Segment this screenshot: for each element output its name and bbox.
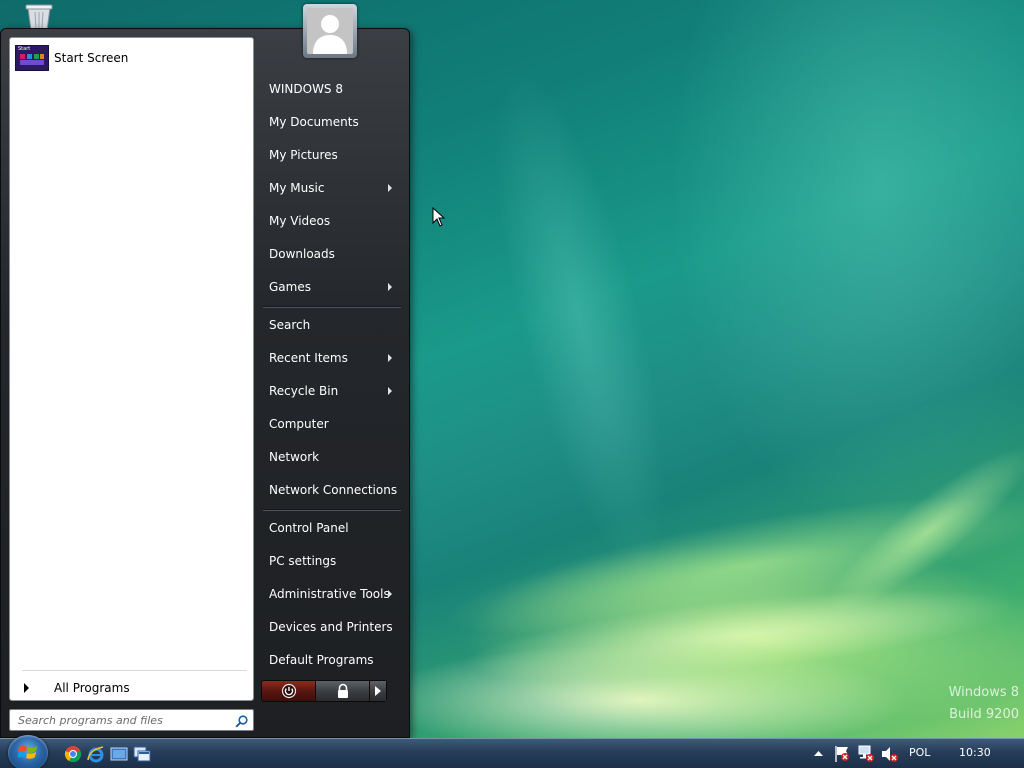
menu-item-my-pictures[interactable]: My Pictures (257, 141, 402, 169)
menu-item-search[interactable]: Search (257, 311, 402, 339)
watermark-line-2: Build 9200 (949, 707, 1019, 722)
menu-item-games[interactable]: Games (257, 273, 402, 301)
menu-item-label: My Documents (269, 115, 359, 129)
power-icon (281, 683, 297, 699)
all-programs-button[interactable]: All Programs (18, 678, 246, 698)
menu-item-downloads[interactable]: Downloads (257, 240, 402, 268)
submenu-arrow-icon (388, 590, 392, 598)
menu-item-label: Computer (269, 417, 329, 431)
clock[interactable]: 10:30 (959, 746, 991, 759)
menu-item-pc-settings[interactable]: PC settings (257, 547, 402, 575)
menu-item-label: Recent Items (269, 351, 348, 365)
user-avatar-icon (307, 8, 353, 54)
submenu-arrow-icon (388, 283, 392, 291)
system-tray: POL 10:30 (794, 739, 1024, 768)
user-picture[interactable] (303, 4, 357, 58)
menu-item-administrative-tools[interactable]: Administrative Tools (257, 580, 402, 608)
menu-item-network[interactable]: Network (257, 443, 402, 471)
menu-item-devices-and-printers[interactable]: Devices and Printers (257, 613, 402, 641)
wallpaper-light-streak (458, 53, 702, 587)
menu-item-default-programs[interactable]: Default Programs (257, 646, 402, 674)
language-indicator[interactable]: POL (909, 746, 930, 759)
chevron-right-icon (375, 686, 382, 696)
all-programs-label: All Programs (54, 681, 130, 695)
wallpaper-light-streak (457, 570, 1023, 700)
watermark-line-1: Windows 8 (948, 685, 1019, 700)
wallpaper-light-streak (809, 426, 1024, 634)
start-menu-programs-pane: Start Start Screen All Programs (9, 37, 254, 701)
mouse-pointer-icon (432, 206, 446, 231)
taskbar: POL 10:30 (0, 735, 1024, 768)
recycle-bin-icon[interactable] (20, 4, 58, 31)
menu-item-my-music[interactable]: My Music (257, 174, 402, 202)
menu-item-label: Control Panel (269, 521, 349, 535)
menu-item-computer[interactable]: Computer (257, 410, 402, 438)
shutdown-options-button[interactable] (370, 681, 386, 701)
search-input[interactable] (18, 712, 228, 728)
menu-item-label: Network Connections (269, 483, 398, 497)
programs-separator (22, 670, 247, 671)
submenu-arrow-icon (388, 354, 392, 362)
chrome-icon[interactable] (64, 745, 82, 763)
search-icon[interactable] (235, 713, 248, 732)
menu-item-my-documents[interactable]: My Documents (257, 108, 402, 136)
start-search-box (9, 709, 254, 731)
power-buttons-group (261, 680, 387, 702)
submenu-arrow-icon (388, 387, 392, 395)
lock-button[interactable] (316, 681, 371, 701)
menu-separator (263, 509, 401, 511)
volume-muted-icon[interactable] (881, 745, 899, 763)
menu-item-label: Devices and Printers (269, 620, 393, 634)
menu-item-label: My Videos (269, 214, 331, 228)
menu-item-label: My Music (269, 181, 325, 195)
menu-item-label: Default Programs (269, 653, 374, 667)
menu-item-label: Network (269, 450, 320, 464)
lock-icon (338, 683, 349, 698)
menu-item-recent-items[interactable]: Recent Items (257, 344, 402, 372)
show-desktop-icon[interactable] (110, 745, 128, 763)
menu-item-label: Administrative Tools (269, 587, 390, 601)
windows-orb-icon[interactable] (8, 735, 48, 768)
shutdown-button[interactable] (262, 681, 317, 701)
chevron-right-icon (24, 683, 29, 693)
start-menu: Start Start Screen All Programs WINDOWS … (0, 28, 410, 738)
wallpaper-light-streak (436, 466, 1024, 664)
switch-windows-icon[interactable] (133, 745, 151, 763)
pinned-item-start-screen[interactable]: Start Start Screen (14, 44, 249, 72)
pinned-item-label: Start Screen (54, 51, 129, 65)
menu-item-label: WINDOWS 8 (269, 82, 343, 96)
menu-item-control-panel[interactable]: Control Panel (257, 514, 402, 542)
menu-item-label: Search (269, 318, 311, 332)
menu-item-label: Downloads (269, 247, 335, 261)
menu-item-my-videos[interactable]: My Videos (257, 207, 402, 235)
submenu-arrow-icon (388, 184, 392, 192)
menu-item-recycle-bin[interactable]: Recycle Bin (257, 377, 402, 405)
network-icon[interactable] (857, 745, 875, 763)
menu-item-label: My Pictures (269, 148, 338, 162)
menu-item-label: Recycle Bin (269, 384, 339, 398)
menu-item-network-connections[interactable]: Network Connections (257, 476, 402, 504)
menu-item-label: Games (269, 280, 311, 294)
menu-item-label: PC settings (269, 554, 337, 568)
start-screen-tile-text: Start (18, 46, 31, 52)
internet-explorer-icon[interactable] (87, 745, 105, 763)
desktop-watermark: Windows 8 Build 9200 (949, 682, 1019, 726)
show-hidden-icons-icon[interactable] (814, 750, 823, 757)
action-center-icon[interactable] (834, 745, 850, 763)
start-screen-tile-icon: Start (15, 45, 49, 71)
menu-item-windows-8[interactable]: WINDOWS 8 (257, 75, 402, 103)
menu-separator (263, 306, 401, 308)
